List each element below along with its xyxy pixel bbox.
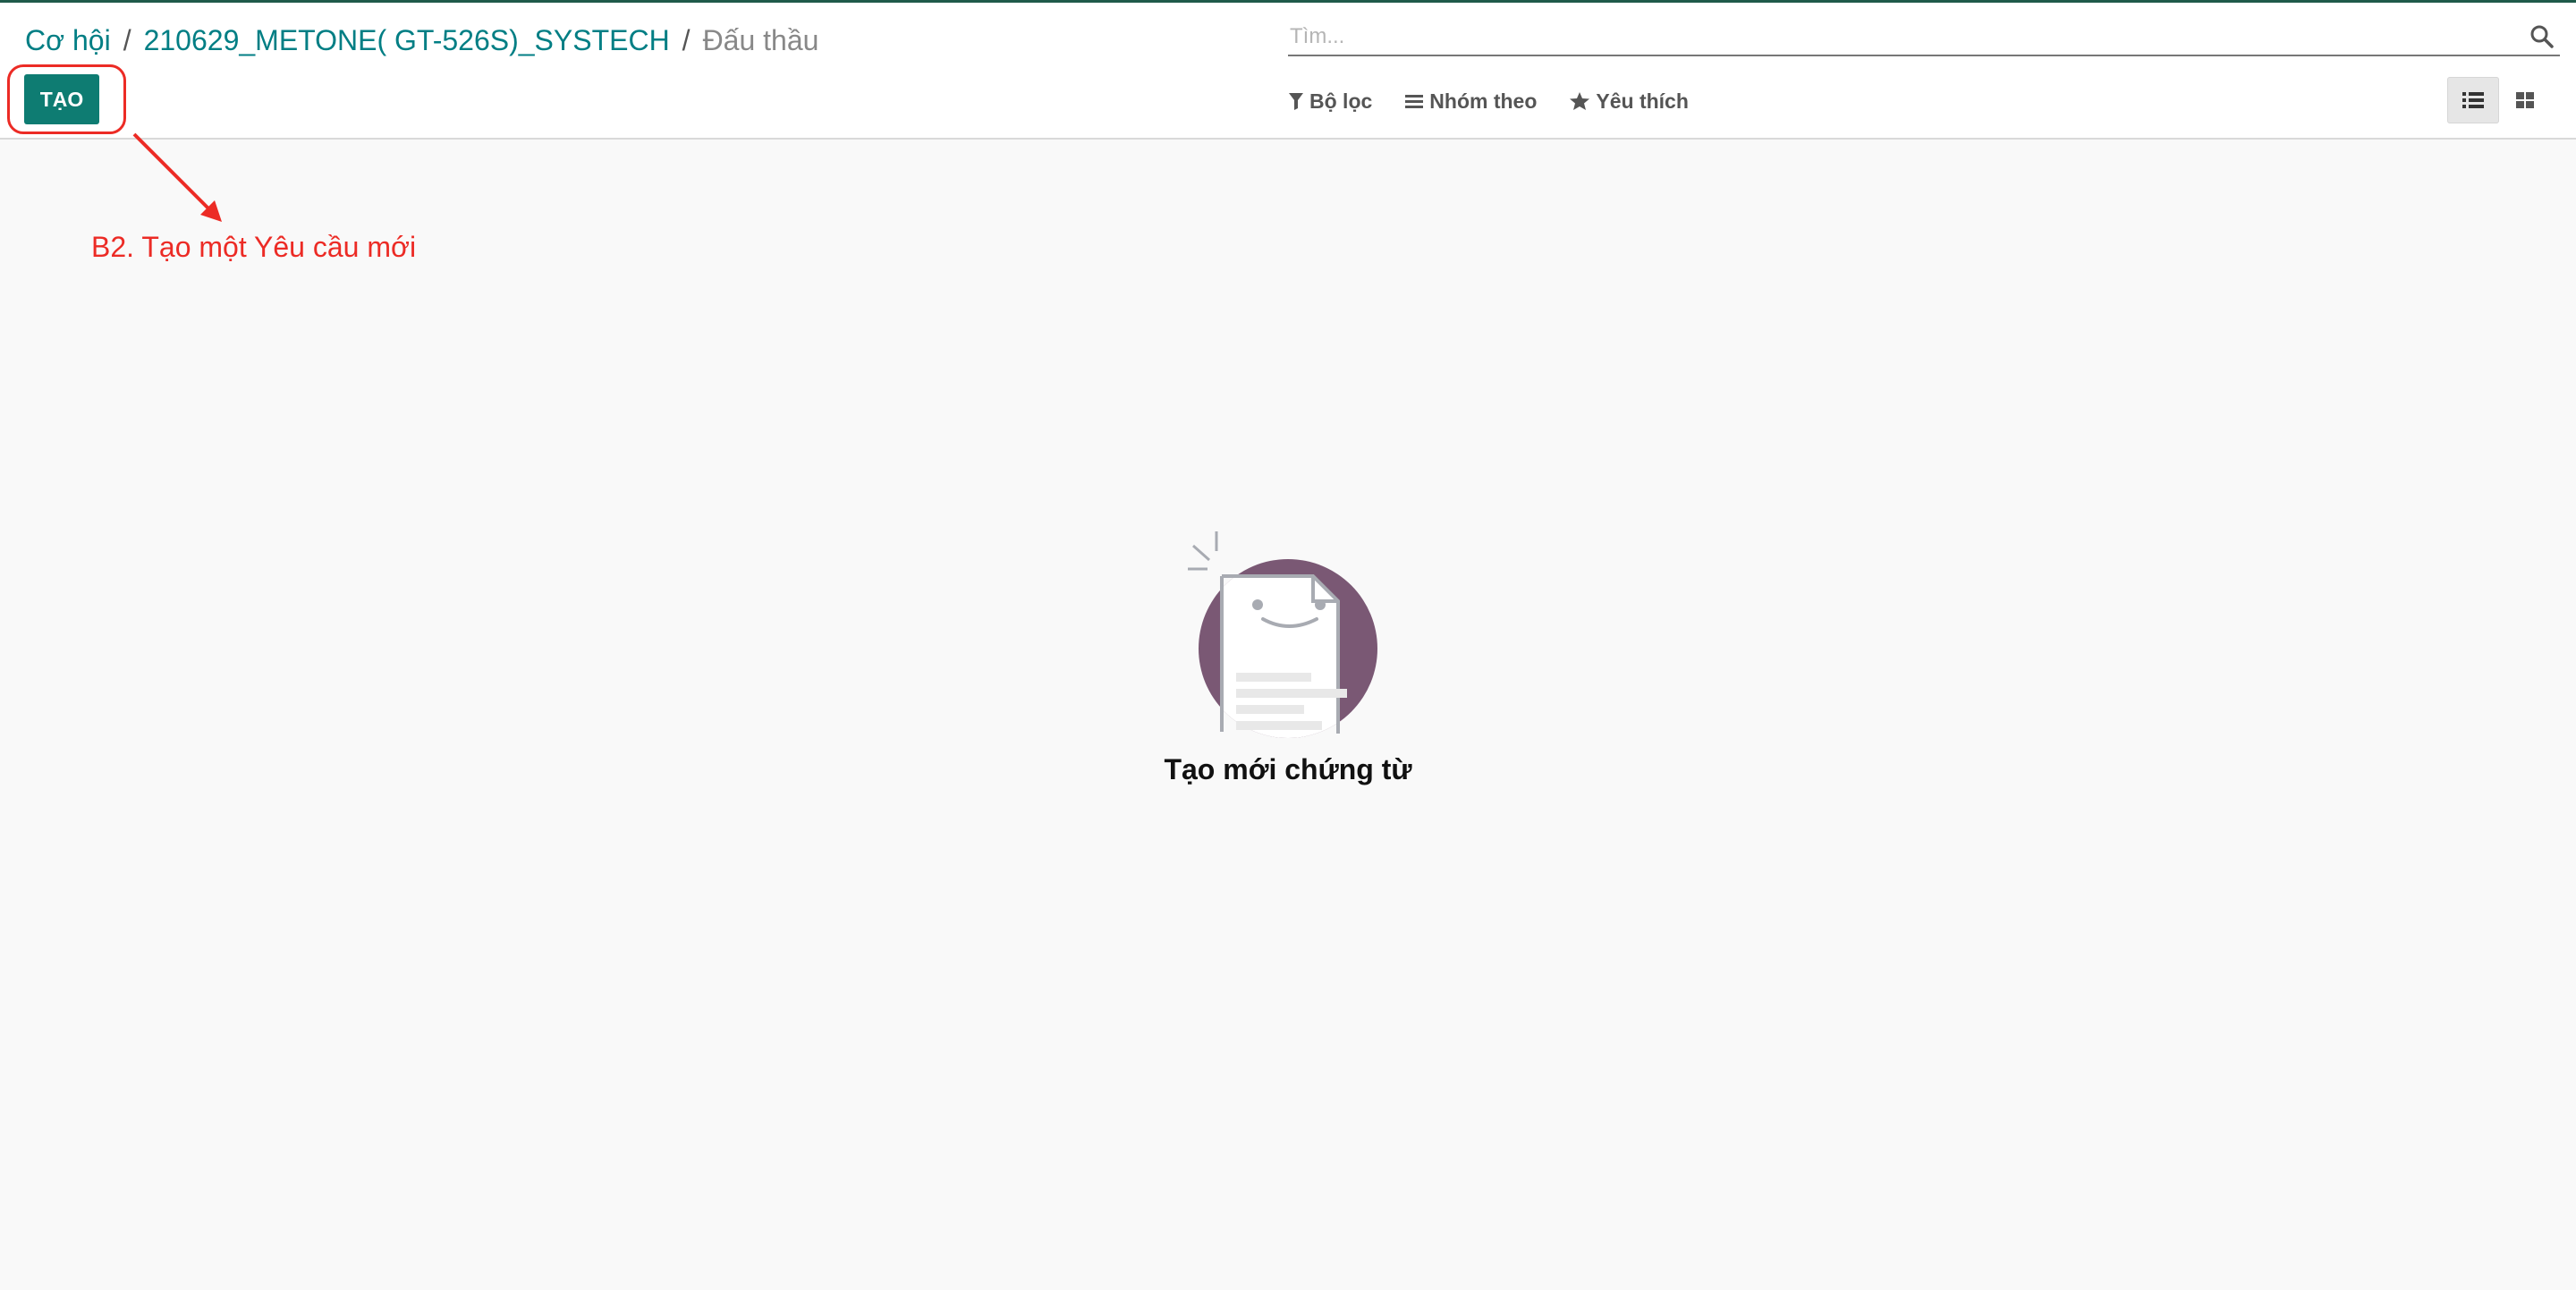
empty-state-title: Tạo mới chứng từ: [1164, 753, 1412, 785]
create-button[interactable]: TẠO: [24, 74, 99, 124]
annotation-text: B2. Tạo một Yêu cầu mới: [91, 231, 417, 263]
favorites-label: Yêu thích: [1596, 89, 1689, 113]
filter-label: Bộ lọc: [1309, 89, 1373, 113]
breadcrumb: Cơ hội / 210629_METONE( GT-526S)_SYSTECH…: [25, 22, 818, 58]
search-input[interactable]: [1288, 21, 2517, 53]
view-switcher: [2447, 77, 2551, 123]
groupby-label: Nhóm theo: [1429, 89, 1538, 113]
control-panel: Cơ hội / 210629_METONE( GT-526S)_SYSTECH…: [0, 3, 2576, 140]
list-view-icon: [2462, 92, 2484, 108]
breadcrumb-separator: /: [682, 23, 691, 56]
annotation-arrow: [132, 132, 222, 222]
breadcrumb-item-opportunities[interactable]: Cơ hội: [25, 24, 111, 57]
favorites-dropdown[interactable]: Yêu thích: [1569, 89, 1689, 114]
kanban-view-icon: [2516, 92, 2534, 108]
search-icon[interactable]: [2529, 24, 2555, 49]
breadcrumb-current-page: Đấu thầu: [702, 23, 819, 56]
search-bar: [1288, 21, 2560, 56]
list-bars-icon: [1405, 95, 1424, 108]
search-options: Bộ lọc Nhóm theo Yêu thích: [1288, 85, 1689, 117]
groupby-dropdown[interactable]: Nhóm theo: [1404, 89, 1537, 114]
filter-icon: [1289, 93, 1303, 110]
breadcrumb-item-opportunity-record[interactable]: 210629_METONE( GT-526S)_SYSTECH: [144, 24, 670, 57]
kanban-view-button[interactable]: [2499, 77, 2551, 123]
empty-document-illustration: [1188, 531, 1377, 738]
breadcrumb-separator: /: [123, 23, 131, 56]
star-icon: [1570, 92, 1590, 110]
filter-dropdown[interactable]: Bộ lọc: [1288, 89, 1372, 114]
list-view-button[interactable]: [2447, 77, 2499, 123]
